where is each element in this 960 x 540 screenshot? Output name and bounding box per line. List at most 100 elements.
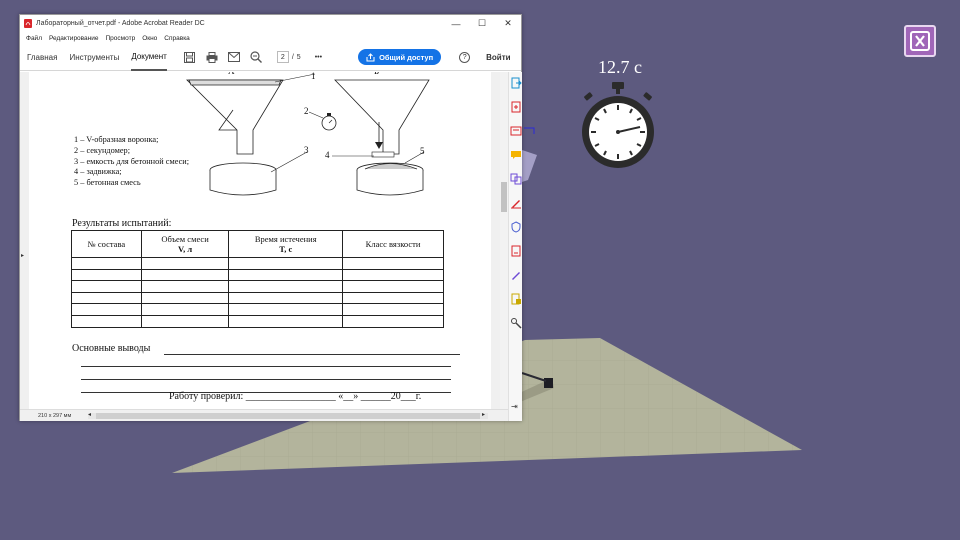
menu-view[interactable]: Просмотр: [106, 35, 136, 42]
figure-legend: 1 – V-образная воронка; 2 – секундомер; …: [74, 135, 189, 189]
print-button[interactable]: [201, 51, 223, 63]
table-cell: [342, 291, 444, 305]
funnel-edge: [522, 150, 537, 182]
answer-line: [81, 379, 451, 380]
left-pane-toggle[interactable]: ▸: [21, 252, 24, 259]
table-cell: [71, 314, 142, 328]
results-title: Результаты испытаний:: [72, 218, 172, 229]
legend-item: 5 – бетонная смесь: [74, 178, 141, 188]
acrobat-reader-window: Лабораторный_отчет.pdf - Adobe Acrobat R…: [19, 14, 522, 421]
help-button[interactable]: ?: [459, 51, 471, 63]
more-tools-button[interactable]: •••: [315, 54, 322, 61]
close-button[interactable]: ✕: [495, 18, 521, 29]
fig-label-a: А: [228, 72, 235, 76]
answer-line: [81, 366, 451, 367]
timer-readout: 12.7 с: [598, 57, 642, 77]
table-cell: [228, 257, 344, 270]
share-button[interactable]: Общий доступ: [358, 49, 442, 65]
table-cell: [140, 268, 230, 282]
table-cell: [140, 291, 230, 305]
tab-document[interactable]: Документ: [131, 44, 167, 71]
vertical-scrollbar[interactable]: [500, 72, 508, 409]
menu-help[interactable]: Справка: [164, 35, 190, 42]
zoom-out-icon: [250, 51, 262, 63]
title-bar: Лабораторный_отчет.pdf - Adobe Acrobat R…: [20, 15, 521, 32]
tab-tools[interactable]: Инструменты: [69, 44, 119, 71]
table-cell: [342, 268, 444, 282]
more-tools-icon[interactable]: [510, 317, 522, 329]
table-cell: [228, 291, 344, 305]
collapse-pane-button[interactable]: ⇥: [511, 402, 518, 411]
create-pdf-icon[interactable]: [510, 101, 522, 113]
maximize-button[interactable]: ☐: [469, 18, 495, 29]
legend-item: 3 – емкость для бетонной смеси;: [74, 156, 190, 166]
combine-files-icon[interactable]: [510, 173, 522, 185]
window-title: Лабораторный_отчет.pdf - Adobe Acrobat R…: [36, 20, 205, 27]
comment-icon[interactable]: [510, 149, 522, 161]
table-cell: [71, 257, 142, 270]
toolbar: Главная Инструменты Документ 2 / 5 ••• О…: [20, 44, 521, 71]
table-cell: [140, 280, 230, 293]
sign-icon[interactable]: [510, 269, 522, 281]
compress-pdf-icon[interactable]: [510, 245, 522, 257]
send-for-signature-icon[interactable]: [510, 293, 522, 305]
menu-edit[interactable]: Редактирование: [49, 35, 99, 42]
stopwatch-icon: [582, 82, 654, 168]
table-body: [71, 257, 444, 328]
right-tools-pane: ⇥: [508, 72, 522, 421]
legend-item: 4 – задвижка;: [74, 167, 122, 177]
table-cell: [342, 314, 444, 328]
page-separator: /: [291, 53, 294, 61]
table-cell: [71, 291, 142, 305]
table-row: [71, 257, 444, 270]
legend-item: 1 – V-образная воронка;: [74, 135, 159, 144]
menu-window[interactable]: Окно: [142, 35, 157, 42]
table-cell: [228, 268, 344, 282]
table-cell: [342, 303, 444, 316]
save-button[interactable]: [179, 51, 201, 63]
export-pdf-icon[interactable]: [510, 77, 522, 89]
table-cell: [140, 314, 230, 328]
document-viewer[interactable]: А Б 1 3 2: [20, 72, 500, 409]
table-header: № состава: [71, 230, 142, 258]
table-cell: [71, 280, 142, 293]
fill-sign-icon[interactable]: [510, 197, 522, 209]
table-row: [71, 268, 444, 282]
table-cell: [140, 257, 230, 270]
printer-icon: [206, 51, 218, 63]
page-number-input[interactable]: 2: [276, 51, 289, 63]
tab-home[interactable]: Главная: [27, 44, 57, 71]
edit-pdf-icon[interactable]: [510, 125, 522, 137]
fig-label-2: 2: [304, 106, 309, 116]
scroll-right-button[interactable]: ▸: [482, 411, 485, 418]
menu-bar: Файл Редактирование Просмотр Окно Справк…: [20, 32, 521, 44]
table-header: Класс вязкости: [342, 230, 444, 258]
fig-label-1: 1: [311, 72, 316, 81]
menu-file[interactable]: Файл: [26, 35, 42, 42]
page-size-label: 210 x 297 мм: [38, 413, 72, 419]
horizontal-scrollbar[interactable]: [88, 413, 488, 419]
save-icon: [184, 51, 196, 63]
email-button[interactable]: [223, 52, 245, 62]
table-cell: [228, 303, 344, 316]
minimize-button[interactable]: —: [443, 19, 469, 29]
conclusions-label: Основные выводы: [72, 343, 151, 354]
table-cell: [228, 314, 344, 328]
protect-icon[interactable]: [510, 221, 522, 233]
login-button[interactable]: Войти: [486, 53, 510, 62]
fig-label-5: 5: [420, 146, 425, 156]
legend-item: 2 – секундомер;: [74, 145, 131, 155]
table-row: [71, 280, 444, 293]
exit-button[interactable]: [904, 25, 936, 57]
table-cell: [71, 268, 142, 282]
table-cell: [342, 280, 444, 293]
checked-by-line: Работу проверил: __________________ «__»…: [169, 391, 422, 402]
scroll-left-button[interactable]: ◂: [88, 411, 91, 418]
exit-icon: [910, 31, 930, 51]
pdf-file-icon: [24, 19, 32, 28]
table-cell: [71, 303, 142, 316]
fig-label-4: 4: [325, 150, 330, 160]
pdf-page: А Б 1 3 2: [29, 72, 491, 409]
zoom-button[interactable]: [245, 51, 267, 63]
table-cell: [228, 280, 344, 293]
